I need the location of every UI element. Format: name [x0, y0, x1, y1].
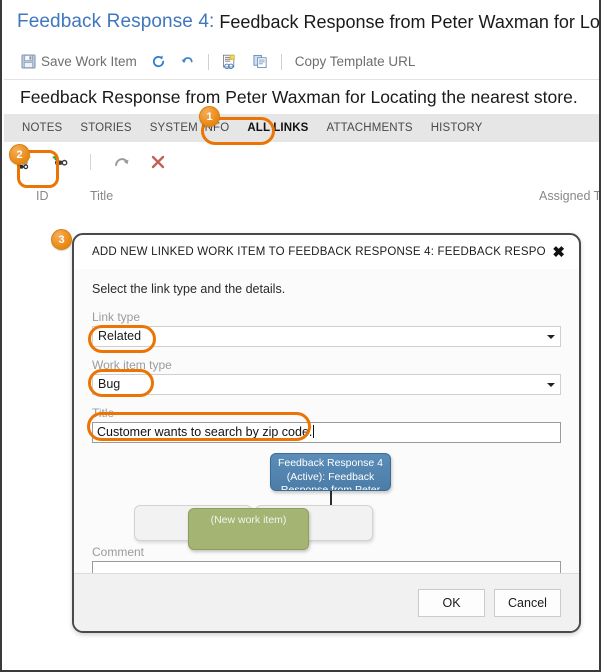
undo-button[interactable] [173, 44, 202, 79]
tab-notes[interactable]: NOTES [13, 122, 71, 134]
save-work-item-label: Save Work Item [41, 54, 137, 69]
ok-button[interactable]: OK [418, 588, 485, 617]
apply-template-icon [222, 54, 239, 70]
work-item-type-value: Bug [98, 377, 121, 391]
cancel-button[interactable]: Cancel [494, 588, 561, 617]
tab-system-info[interactable]: SYSTEM INFO [141, 122, 239, 134]
delete-link-button[interactable] [143, 148, 173, 176]
column-header-id[interactable]: ID [36, 189, 49, 203]
links-toolbar-separator [90, 154, 91, 170]
annotation-badge-1: 1 [199, 106, 220, 127]
column-header-assigned-to[interactable]: Assigned T [539, 189, 599, 203]
copy-template-url-label: Copy Template URL [294, 54, 416, 69]
work-item-type-label: Work item type [92, 358, 172, 372]
command-toolbar: Save Work Item Copy Template URL [4, 44, 599, 80]
column-header-title[interactable]: Title [90, 189, 113, 203]
diagram-new-work-item-node: (New work item) [188, 508, 309, 550]
copy-button[interactable] [246, 44, 275, 79]
dialog-body: Select the link type and the details. Li… [74, 269, 579, 573]
title-input[interactable]: Customer wants to search by zip code. [92, 422, 561, 443]
work-item-window: Feedback Response 4: Feedback Response f… [0, 0, 601, 672]
tab-bar: NOTES STORIES SYSTEM INFO ALL LINKS ATTA… [4, 114, 599, 142]
links-grid-header: ID Title Assigned T [4, 182, 599, 213]
close-icon[interactable]: ✖ [552, 245, 565, 260]
open-link-button[interactable] [107, 148, 137, 176]
save-icon [21, 54, 36, 69]
tab-all-links[interactable]: ALL LINKS [238, 122, 317, 134]
work-item-id-label: Feedback Response 4: [17, 11, 215, 32]
page-title: Feedback Response from Peter Waxman for … [20, 86, 578, 107]
link-type-label: Link type [92, 310, 141, 324]
annotation-badge-3: 3 [51, 229, 72, 250]
tab-stories[interactable]: STORIES [71, 122, 140, 134]
copy-icon [253, 54, 268, 69]
dialog-title: ADD NEW LINKED WORK ITEM TO FEEDBACK RES… [92, 246, 547, 258]
delete-link-icon [151, 155, 165, 169]
refresh-button[interactable] [144, 44, 173, 79]
work-item-title-row: Feedback Response from Peter Waxman for … [4, 80, 599, 114]
title-field-label: Title [92, 406, 115, 420]
links-toolbar [4, 142, 599, 182]
refresh-icon [151, 54, 166, 69]
dialog-footer: OK Cancel [74, 573, 579, 631]
dialog-instruction: Select the link type and the details. [92, 282, 286, 296]
link-preview-diagram: Feedback Response 4 (Active): Feedback R… [92, 449, 561, 550]
work-item-type-select[interactable]: Bug [92, 374, 561, 395]
comment-field-label: Comment [92, 545, 145, 559]
toolbar-separator-1 [207, 53, 209, 70]
copy-template-url-button[interactable]: Copy Template URL [288, 44, 423, 79]
link-type-value: Related [98, 329, 142, 343]
title-input-value: Customer wants to search by zip code. [97, 425, 313, 439]
link-to-existing-item-icon [52, 154, 68, 166]
tab-attachments[interactable]: ATTACHMENTS [318, 122, 422, 134]
chevron-down-icon[interactable] [541, 327, 560, 346]
link-to-existing-item-button[interactable] [46, 148, 76, 176]
chevron-down-icon[interactable] [541, 375, 560, 394]
undo-icon [180, 54, 195, 69]
apply-template-button[interactable] [215, 44, 246, 79]
save-work-item-button[interactable]: Save Work Item [14, 44, 144, 79]
diagram-parent-node: Feedback Response 4 (Active): Feedback R… [270, 453, 391, 491]
link-type-select[interactable]: Related [92, 326, 561, 347]
open-link-icon [115, 158, 129, 166]
tab-history[interactable]: HISTORY [422, 122, 492, 134]
work-item-header: Feedback Response 4: Feedback Response f… [4, 0, 600, 44]
dialog-title-bar: ADD NEW LINKED WORK ITEM TO FEEDBACK RES… [74, 235, 579, 269]
toolbar-separator-2 [280, 53, 282, 70]
comment-input[interactable] [92, 561, 561, 573]
work-item-header-title: Feedback Response from Peter Waxman for … [219, 11, 600, 32]
annotation-badge-2: 2 [9, 144, 30, 165]
add-new-linked-work-item-dialog: ADD NEW LINKED WORK ITEM TO FEEDBACK RES… [72, 233, 581, 633]
